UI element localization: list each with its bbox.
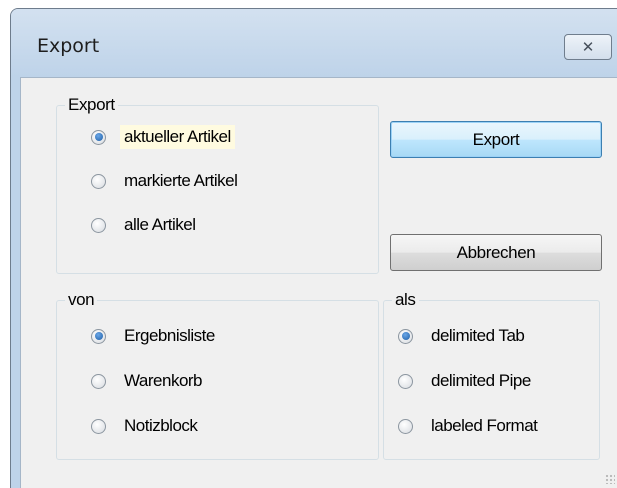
export-button-label: Export (472, 129, 520, 149)
radio-button[interactable] (398, 418, 413, 434)
radio-delimited-tab[interactable]: delimited Tab (398, 323, 528, 349)
format-legend: als (392, 290, 419, 310)
export-scope-legend: Export (65, 95, 118, 115)
export-dialog: Export ✕ Export aktueller Artikel markie… (10, 8, 617, 488)
radio-button-checked[interactable] (91, 129, 106, 145)
radio-marked-articles[interactable]: markierte Artikel (91, 168, 241, 194)
cancel-button-label: Abbrechen (456, 242, 536, 262)
radio-all-articles-label: alle Artikel (124, 215, 196, 234)
resize-grip-icon[interactable] (605, 474, 615, 484)
radio-current-article-label: aktueller Artikel (120, 125, 235, 149)
export-scope-group: Export aktueller Artikel markierte Artik… (56, 95, 379, 274)
window-title: Export (37, 35, 100, 57)
source-group: von Ergebnisliste Warenkorb Notizblock (56, 290, 379, 460)
radio-all-articles[interactable]: alle Artikel (91, 212, 199, 238)
radio-button[interactable] (398, 373, 413, 389)
format-group: als delimited Tab delimited Pipe labeled… (383, 290, 600, 460)
dialog-content: Export aktueller Artikel markierte Artik… (20, 77, 617, 488)
radio-notepad[interactable]: Notizblock (91, 413, 201, 439)
radio-button-checked[interactable] (91, 328, 106, 344)
radio-delimited-pipe[interactable]: delimited Pipe (398, 368, 535, 394)
radio-current-article[interactable]: aktueller Artikel (91, 124, 235, 150)
radio-labeled-format[interactable]: labeled Format (398, 413, 541, 439)
title-bar[interactable]: Export ✕ (11, 9, 617, 77)
radio-button[interactable] (91, 173, 106, 189)
radio-marked-articles-label: markierte Artikel (124, 171, 238, 190)
radio-button[interactable] (91, 418, 106, 434)
radio-button[interactable] (91, 373, 106, 389)
radio-delimited-pipe-label: delimited Pipe (431, 371, 531, 390)
radio-labeled-format-label: labeled Format (431, 416, 538, 435)
close-icon: ✕ (581, 39, 595, 56)
radio-button-checked[interactable] (398, 328, 413, 344)
radio-notepad-label: Notizblock (124, 416, 198, 435)
cancel-button[interactable]: Abbrechen (390, 234, 602, 271)
radio-delimited-tab-label: delimited Tab (431, 326, 525, 345)
radio-shopping-cart[interactable]: Warenkorb (91, 368, 206, 394)
close-button[interactable]: ✕ (564, 34, 612, 60)
radio-button[interactable] (91, 217, 106, 233)
radio-result-list-label: Ergebnisliste (124, 326, 215, 345)
export-button[interactable]: Export (390, 121, 602, 158)
radio-shopping-cart-label: Warenkorb (124, 371, 203, 390)
radio-result-list[interactable]: Ergebnisliste (91, 323, 219, 349)
source-legend: von (65, 290, 98, 310)
